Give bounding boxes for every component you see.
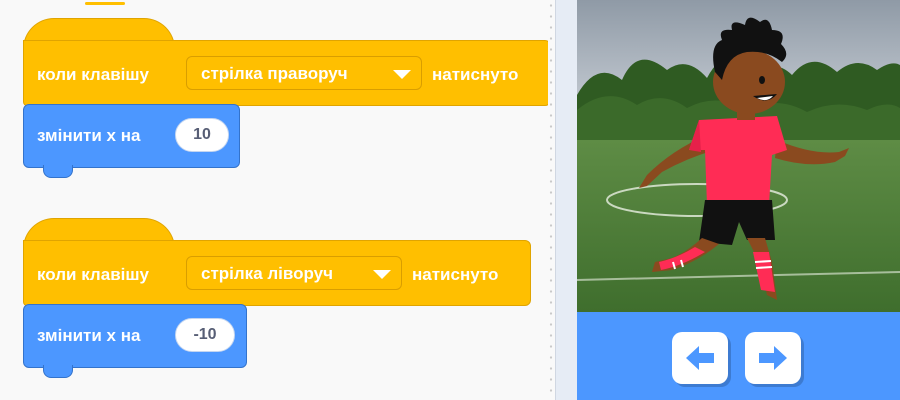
stage[interactable] [577,0,900,312]
key-dropdown[interactable]: стрілка праворуч [186,56,422,90]
change-x-label: змінити x на [37,126,141,145]
hat-prefix-label: коли клавішу [37,65,149,84]
block-notch [43,365,73,378]
arrow-left-icon [686,346,714,370]
hat-suffix-label: натиснуто [412,265,499,284]
change-x-block[interactable]: змінити x на 10 [23,104,240,168]
panel-divider[interactable] [555,0,578,400]
change-x-value-input[interactable]: 10 [175,118,229,152]
key-dropdown[interactable]: стрілка ліворуч [186,256,402,290]
change-x-value-input[interactable]: -10 [175,318,235,352]
change-x-block[interactable]: змінити x на -10 [23,304,247,368]
block-notch [43,165,73,178]
change-x-value: 10 [193,126,211,143]
soccer-player-sprite[interactable] [577,0,900,312]
arrow-right-icon [759,346,787,370]
key-dropdown-label: стрілка ліворуч [201,264,333,283]
stage-controls [577,312,900,400]
change-x-value: -10 [193,326,217,343]
hat-prefix-label: коли клавішу [37,265,149,284]
when-key-pressed-block[interactable]: коли клавішу стрілка праворуч натиснуто [23,40,548,106]
key-dropdown-label: стрілка праворуч [201,64,348,83]
hat-suffix-label: натиснуто [432,65,519,84]
left-arrow-button[interactable] [672,332,728,384]
workspace-edge-dots [548,0,554,400]
change-x-label: змінити x на [37,326,141,345]
right-arrow-button[interactable] [745,332,801,384]
when-key-pressed-block[interactable]: коли клавішу стрілка ліворуч натиснуто [23,240,531,306]
top-edge-mark [85,2,125,5]
code-workspace[interactable]: коли клавішу стрілка праворуч натиснуто … [0,0,548,400]
